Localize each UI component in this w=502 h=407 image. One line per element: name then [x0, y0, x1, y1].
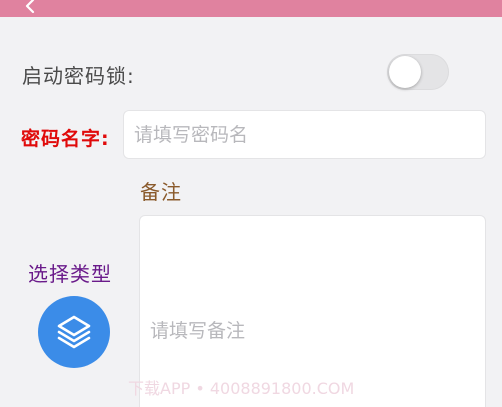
header-bar	[0, 0, 502, 17]
password-lock-label: 启动密码锁:	[22, 64, 135, 88]
password-name-label: 密码名字:	[21, 128, 110, 150]
select-type-button[interactable]	[38, 296, 110, 368]
password-lock-row: 启动密码锁:	[0, 50, 502, 94]
password-lock-toggle[interactable]	[387, 54, 449, 90]
note-label: 备注	[140, 180, 182, 204]
app-screen: 启动密码锁: 密码名字: 备注 选择类型 下载APP • 4008891800.…	[0, 0, 502, 407]
toggle-knob	[389, 56, 421, 88]
layers-icon	[57, 315, 91, 349]
type-label: 选择类型	[28, 262, 112, 286]
password-name-input[interactable]	[123, 110, 486, 159]
back-arrow-icon[interactable]	[22, 0, 38, 14]
note-textarea[interactable]	[139, 215, 486, 407]
